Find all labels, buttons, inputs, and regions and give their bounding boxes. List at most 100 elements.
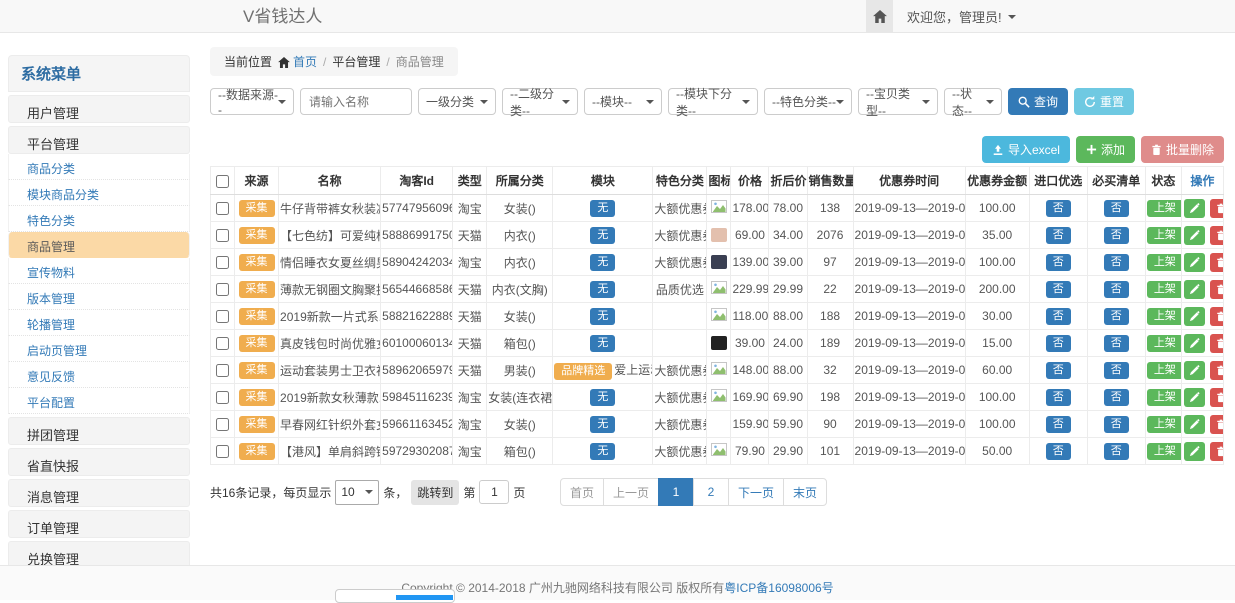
sidebar-item-14[interactable]: 消息管理	[8, 479, 190, 507]
select-all-checkbox[interactable]	[216, 175, 229, 188]
delete-button[interactable]	[1210, 415, 1223, 434]
row-checkbox[interactable]	[216, 391, 229, 404]
status-badge[interactable]: 上架	[1147, 200, 1182, 217]
pager-button-0[interactable]: 首页	[560, 478, 604, 506]
import-excel-button[interactable]: 导入excel	[982, 136, 1070, 163]
import-select-toggle[interactable]: 否	[1046, 443, 1071, 460]
edit-button[interactable]	[1184, 307, 1205, 326]
row-checkbox[interactable]	[216, 256, 229, 269]
pager-button-3[interactable]: 2	[693, 478, 729, 506]
import-select-toggle[interactable]: 否	[1046, 335, 1071, 352]
home-button[interactable]	[866, 0, 893, 33]
sidebar-item-3[interactable]: 模块商品分类	[8, 180, 190, 206]
import-select-toggle[interactable]: 否	[1046, 281, 1071, 298]
row-checkbox[interactable]	[216, 418, 229, 431]
batch-delete-button[interactable]: 批量删除	[1141, 136, 1224, 163]
sidebar-item-6[interactable]: 宣传物料	[8, 258, 190, 284]
status-badge[interactable]: 上架	[1147, 416, 1182, 433]
must-buy-toggle[interactable]: 否	[1104, 254, 1129, 271]
must-buy-toggle[interactable]: 否	[1104, 443, 1129, 460]
must-buy-toggle[interactable]: 否	[1104, 416, 1129, 433]
sidebar-item-8[interactable]: 轮播管理	[8, 310, 190, 336]
sidebar-item-11[interactable]: 平台配置	[8, 388, 190, 414]
user-menu[interactable]: 欢迎您，管理员!	[893, 0, 1030, 33]
edit-button[interactable]	[1184, 226, 1205, 245]
must-buy-toggle[interactable]: 否	[1104, 362, 1129, 379]
must-buy-toggle[interactable]: 否	[1104, 281, 1129, 298]
import-select-toggle[interactable]: 否	[1046, 308, 1071, 325]
filter-select-0[interactable]: --数据来源--	[210, 88, 294, 115]
import-select-toggle[interactable]: 否	[1046, 362, 1071, 379]
delete-button[interactable]	[1210, 280, 1223, 299]
import-select-toggle[interactable]: 否	[1046, 254, 1071, 271]
sidebar-item-0[interactable]: 用户管理	[8, 95, 190, 123]
pager-button-5[interactable]: 末页	[783, 478, 827, 506]
sidebar-item-10[interactable]: 意见反馈	[8, 362, 190, 388]
status-badge[interactable]: 上架	[1147, 227, 1182, 244]
sidebar-item-15[interactable]: 订单管理	[8, 510, 190, 538]
import-select-toggle[interactable]: 否	[1046, 200, 1071, 217]
pager-button-4[interactable]: 下一页	[728, 478, 784, 506]
search-button[interactable]: 查询	[1008, 88, 1068, 115]
import-select-toggle[interactable]: 否	[1046, 416, 1071, 433]
row-checkbox[interactable]	[216, 445, 229, 458]
status-badge[interactable]: 上架	[1147, 335, 1182, 352]
row-checkbox[interactable]	[216, 229, 229, 242]
sidebar-item-13[interactable]: 省直快报	[8, 448, 190, 476]
page-number-input[interactable]	[479, 480, 509, 504]
sidebar-item-7[interactable]: 版本管理	[8, 284, 190, 310]
delete-button[interactable]	[1210, 334, 1223, 353]
filter-select-6[interactable]: --宝贝类型--	[858, 88, 938, 115]
edit-button[interactable]	[1184, 388, 1205, 407]
delete-button[interactable]	[1210, 199, 1223, 218]
edit-button[interactable]	[1184, 361, 1205, 380]
pager-button-2[interactable]: 1	[658, 478, 694, 506]
status-badge[interactable]: 上架	[1147, 308, 1182, 325]
must-buy-toggle[interactable]: 否	[1104, 227, 1129, 244]
pager-button-1[interactable]: 上一页	[603, 478, 659, 506]
edit-button[interactable]	[1184, 199, 1205, 218]
filter-select-4[interactable]: --模块下分类--	[668, 88, 758, 115]
sidebar-item-5[interactable]: 商品管理	[8, 232, 190, 258]
must-buy-toggle[interactable]: 否	[1104, 308, 1129, 325]
must-buy-toggle[interactable]: 否	[1104, 389, 1129, 406]
status-badge[interactable]: 上架	[1147, 443, 1182, 460]
must-buy-toggle[interactable]: 否	[1104, 335, 1129, 352]
status-badge[interactable]: 上架	[1147, 389, 1182, 406]
row-checkbox[interactable]	[216, 364, 229, 377]
must-buy-toggle[interactable]: 否	[1104, 200, 1129, 217]
filter-select-3[interactable]: --模块--	[584, 88, 662, 115]
icp-link[interactable]: 粤ICP备16098006号	[724, 581, 833, 595]
import-select-toggle[interactable]: 否	[1046, 227, 1071, 244]
filter-select-5[interactable]: --特色分类--	[764, 88, 852, 115]
row-checkbox[interactable]	[216, 202, 229, 215]
import-select-toggle[interactable]: 否	[1046, 389, 1071, 406]
delete-button[interactable]	[1210, 253, 1223, 272]
status-badge[interactable]: 上架	[1147, 254, 1182, 271]
name-search-input[interactable]	[300, 88, 412, 115]
edit-button[interactable]	[1184, 253, 1205, 272]
sidebar-item-9[interactable]: 启动页管理	[8, 336, 190, 362]
row-checkbox[interactable]	[216, 283, 229, 296]
status-badge[interactable]: 上架	[1147, 281, 1182, 298]
filter-select-2[interactable]: --二级分类--	[502, 88, 578, 115]
row-checkbox[interactable]	[216, 337, 229, 350]
sidebar-item-1[interactable]: 平台管理	[8, 126, 190, 154]
jump-button[interactable]: 跳转到	[411, 480, 459, 505]
delete-button[interactable]	[1210, 361, 1223, 380]
filter-select-7[interactable]: --状态--	[944, 88, 1002, 115]
status-badge[interactable]: 上架	[1147, 362, 1182, 379]
sidebar-item-12[interactable]: 拼团管理	[8, 417, 190, 445]
filter-select-1[interactable]: 一级分类	[418, 88, 496, 115]
edit-button[interactable]	[1184, 280, 1205, 299]
breadcrumb-home-link[interactable]: 首页	[293, 55, 317, 69]
delete-button[interactable]	[1210, 307, 1223, 326]
row-checkbox[interactable]	[216, 310, 229, 323]
page-size-select[interactable]: 10	[335, 480, 379, 505]
sidebar-item-2[interactable]: 商品分类	[8, 154, 190, 180]
edit-button[interactable]	[1184, 334, 1205, 353]
sidebar-item-4[interactable]: 特色分类	[8, 206, 190, 232]
delete-button[interactable]	[1210, 388, 1223, 407]
reset-button[interactable]: 重置	[1074, 88, 1134, 115]
edit-button[interactable]	[1184, 442, 1205, 461]
